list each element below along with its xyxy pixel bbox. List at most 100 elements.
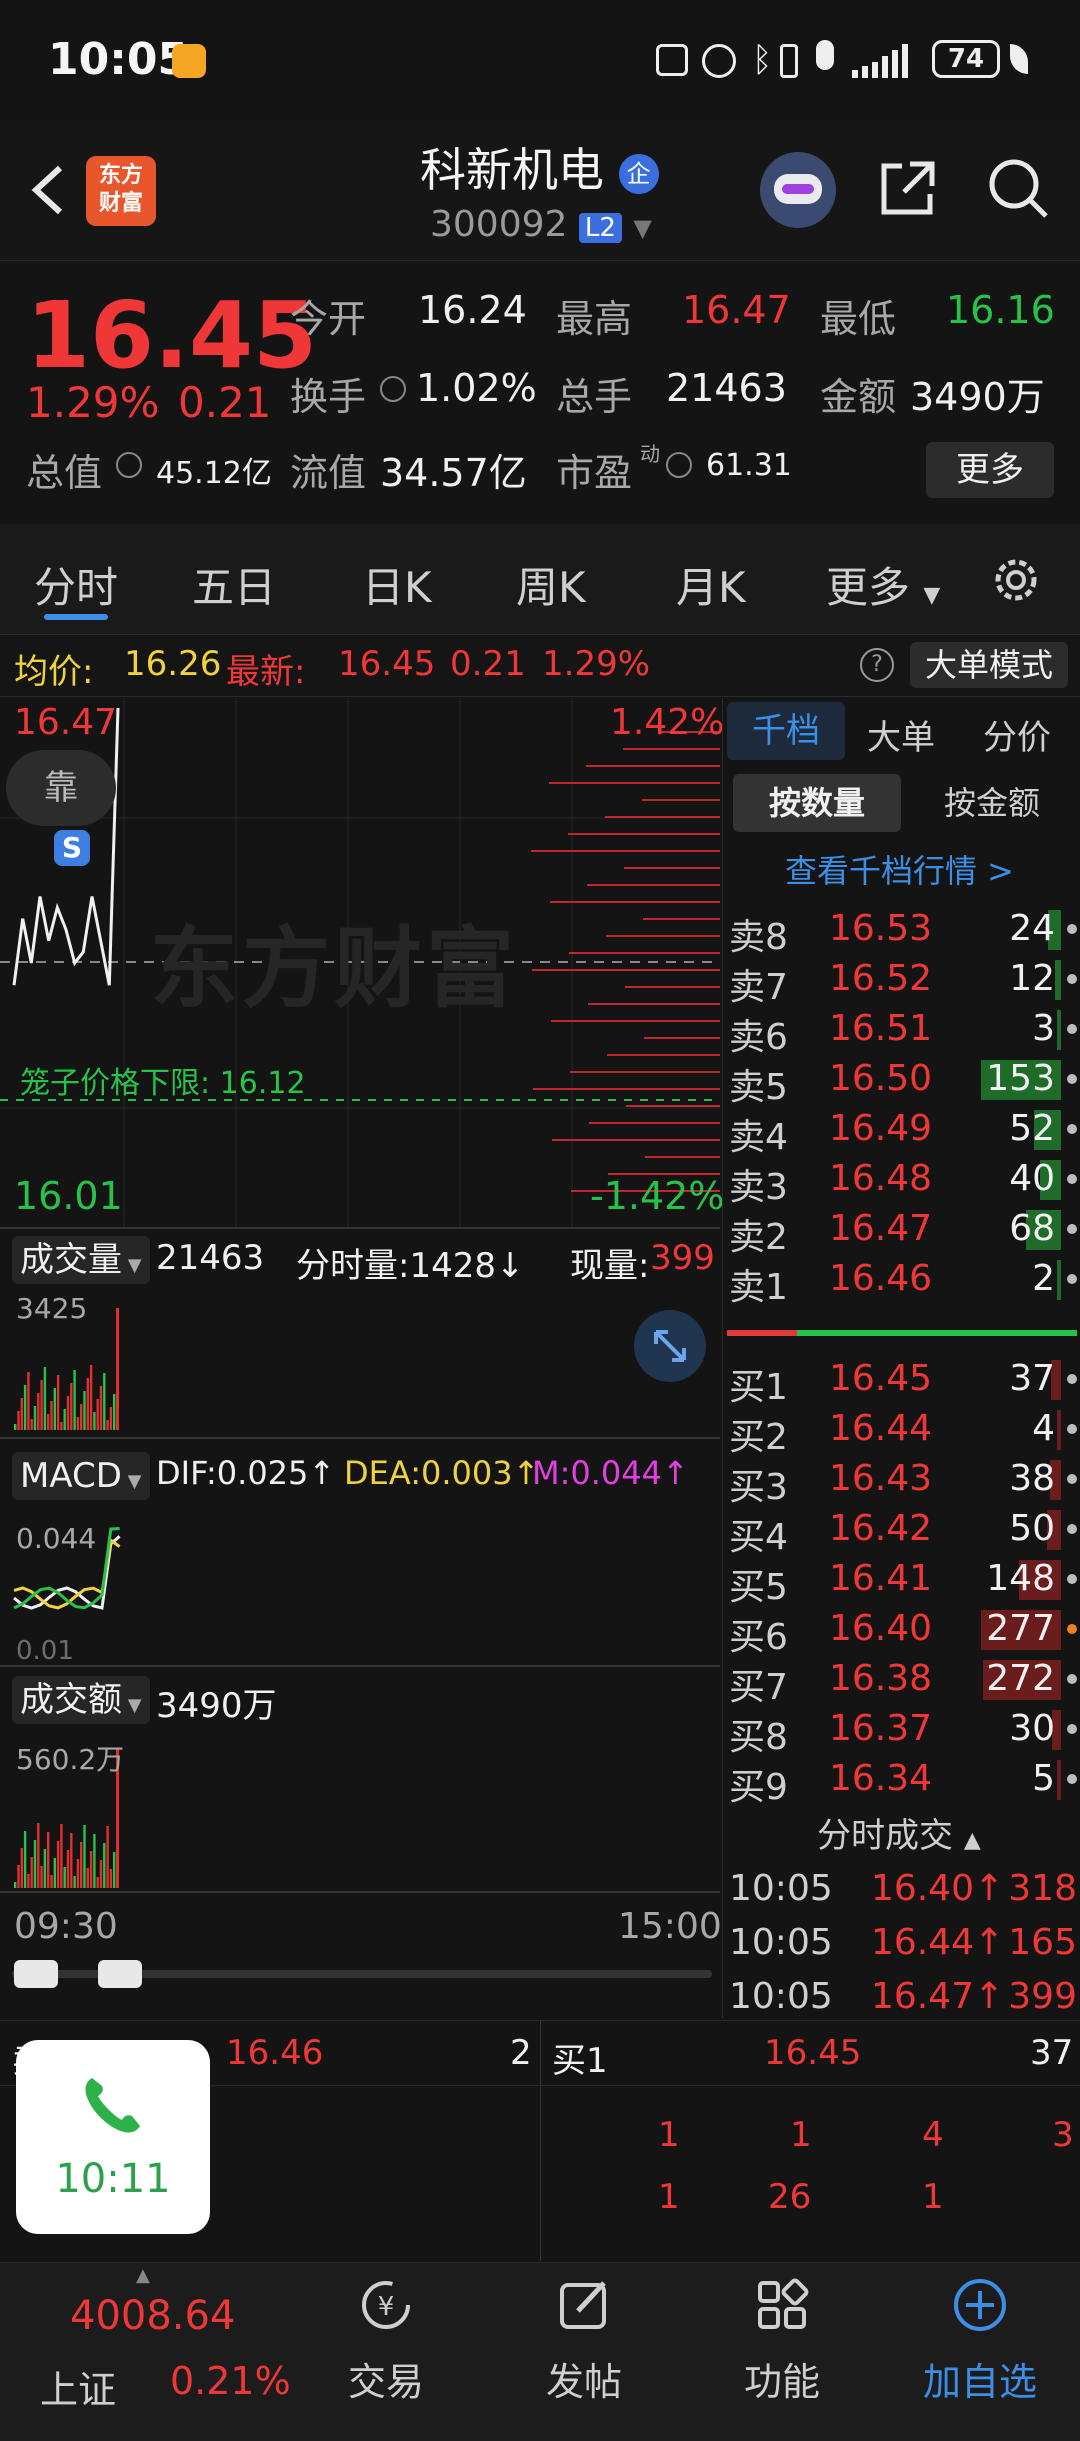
status-bar: 10:05 ᛒ 74 — [0, 0, 1080, 120]
back-button[interactable] — [22, 160, 72, 220]
row-dot — [1067, 1474, 1077, 1484]
info-icon[interactable] — [380, 376, 406, 402]
bottom-nav: ▲ 4008.64 上证 0.21% ¥ 交易 发帖 功能 加自选 — [0, 2262, 1080, 2441]
ticker-r2-c3: 1 — [922, 2177, 944, 2217]
nav-add-watchlist-label: 加自选 — [922, 2360, 1037, 2404]
ask-row[interactable]: 卖4 16.49 52 — [723, 1104, 1080, 1158]
price-axis-high: 16.47 — [14, 702, 118, 743]
macd-selector[interactable]: MACD ▼ — [12, 1452, 150, 1500]
tab-intraday[interactable]: 分时 — [34, 554, 118, 615]
trade-time: 10:05 — [729, 1976, 833, 2017]
row-dot — [1067, 1274, 1077, 1284]
more-button[interactable]: 更多 — [926, 442, 1054, 498]
nav-functions[interactable]: 功能 — [692, 2263, 872, 2441]
nav-add-watchlist[interactable]: 加自选 — [890, 2263, 1070, 2441]
row-price: 16.38 — [829, 1658, 933, 1699]
caret-down-icon: ▼ — [122, 1695, 142, 1716]
tab-five-day[interactable]: 五日 — [192, 554, 276, 615]
row-price: 16.37 — [829, 1708, 933, 1749]
bid-row[interactable]: 买7 16.38 272 — [723, 1654, 1080, 1708]
tab-more[interactable]: 更多 ▼ — [826, 554, 940, 615]
bar — [20, 1398, 23, 1430]
bar — [109, 1869, 113, 1888]
trade-time: 10:05 — [729, 1868, 833, 1909]
volume-selector[interactable]: 成交量 ▼ — [12, 1236, 150, 1284]
row-qty: 4 — [1032, 1408, 1055, 1449]
help-icon[interactable]: ? — [860, 648, 894, 682]
sub-tab-by-qty[interactable]: 按数量 — [733, 774, 901, 832]
volume-selector-label: 成交量 — [20, 1240, 122, 1280]
bid-row[interactable]: 买8 16.37 30 — [723, 1704, 1080, 1758]
amount-value: 3490万 — [910, 375, 1045, 419]
tab-daily-k[interactable]: 日K — [362, 554, 432, 615]
mktcap-value: 45.12亿 — [156, 456, 272, 491]
pe-label: 市盈 — [556, 451, 633, 495]
volume-axis-max: 3425 — [16, 1292, 88, 1325]
bid-row[interactable]: 买9 16.34 5 — [723, 1754, 1080, 1808]
bid-row[interactable]: 买3 16.43 38 — [723, 1454, 1080, 1508]
ask-row[interactable]: 卖8 16.53 24 — [723, 904, 1080, 958]
expand-icon[interactable] — [634, 1310, 706, 1382]
average-price-bar: 均价: 16.26 最新: 16.45 0.21 1.29% ? 大单模式 — [0, 636, 1080, 697]
yen-cycle-icon: ¥ — [362, 2281, 410, 2329]
row-price: 16.49 — [829, 1108, 933, 1149]
ask-row[interactable]: 卖3 16.48 40 — [723, 1154, 1080, 1208]
nav-post[interactable]: 发帖 — [494, 2263, 674, 2441]
trade-qty: 399 — [1008, 1976, 1077, 2017]
share-icon[interactable] — [876, 156, 940, 220]
bid-row[interactable]: 买1 16.45 37 — [723, 1354, 1080, 1408]
search-icon[interactable] — [986, 156, 1050, 220]
row-label: 买4 — [729, 1517, 788, 1558]
row-price: 16.43 — [829, 1458, 933, 1499]
ask-row[interactable]: 卖1 16.46 2 — [723, 1254, 1080, 1308]
ask-row[interactable]: 卖5 16.50 153 — [723, 1054, 1080, 1108]
view-depth-link[interactable]: 查看千档行情 > — [785, 846, 1014, 892]
bid-row[interactable]: 买4 16.42 50 — [723, 1504, 1080, 1558]
status-time: 10:05 — [48, 34, 189, 85]
book-tab-depth[interactable]: 千档 — [727, 702, 845, 760]
info-icon[interactable] — [666, 452, 692, 478]
book-tab-price[interactable]: 分价 — [983, 710, 1051, 759]
stock-code-row[interactable]: 300092 L2 ▼ — [430, 204, 652, 245]
caret-down-icon: ▼ — [122, 1255, 142, 1276]
macd-selector-label: MACD — [20, 1456, 122, 1496]
bar — [47, 1832, 50, 1888]
chart-canvas[interactable] — [0, 698, 720, 2018]
tab-weekly-k[interactable]: 周K — [516, 554, 586, 615]
ask-row[interactable]: 卖2 16.47 68 — [723, 1204, 1080, 1258]
caret-up-icon: ▲ — [136, 2265, 150, 2286]
amount-selector[interactable]: 成交额 ▼ — [12, 1676, 150, 1724]
row-dot — [1067, 1124, 1077, 1134]
pe-superscript: 动 — [640, 442, 660, 466]
eastmoney-logo[interactable]: 东方 财富 — [86, 156, 156, 226]
nav-trade[interactable]: ¥ 交易 — [296, 2263, 476, 2441]
stick-button[interactable]: 靠 — [6, 750, 116, 826]
settings-icon[interactable] — [988, 552, 1044, 608]
signal-icon — [852, 42, 922, 78]
amount-selector-label: 成交额 — [20, 1680, 122, 1720]
bid-row[interactable]: 买2 16.44 4 — [723, 1404, 1080, 1458]
book-tab-large[interactable]: 大单 — [867, 710, 935, 759]
watermark: 东方财富 — [150, 917, 519, 1020]
index-widget[interactable]: ▲ 4008.64 上证 0.21% — [0, 2263, 300, 2441]
row-price: 16.34 — [829, 1758, 933, 1799]
bid-row[interactable]: 买5 16.41 148 — [723, 1554, 1080, 1608]
row-qty: 2 — [1032, 1258, 1055, 1299]
bid-row[interactable]: 买6 16.40 277 — [723, 1604, 1080, 1658]
tab-active-indicator — [44, 614, 108, 620]
stock-title[interactable]: 科新机电 企 — [420, 134, 659, 200]
bar — [89, 1365, 93, 1430]
ask-row[interactable]: 卖7 16.52 12 — [723, 954, 1080, 1008]
sub-tab-by-amount[interactable]: 按金额 — [909, 774, 1075, 832]
intraday-chart[interactable]: 东方财富 16.47 1.42% 靠 S 笼子价格下限: 16.12 16.01… — [0, 698, 724, 2018]
sell-marker-icon[interactable]: S — [54, 830, 90, 866]
info-icon[interactable] — [116, 452, 142, 478]
bar — [47, 1414, 50, 1430]
ask-row[interactable]: 卖6 16.51 3 — [723, 1004, 1080, 1058]
robot-assistant-icon[interactable] — [760, 152, 836, 228]
big-order-mode-button[interactable]: 大单模式 — [910, 642, 1068, 688]
tab-monthly-k[interactable]: 月K — [676, 554, 746, 615]
call-bubble[interactable]: 10:11 — [16, 2040, 210, 2234]
trades-header[interactable]: 分时成交 ▲ — [817, 1808, 981, 1857]
bar — [73, 1876, 76, 1888]
